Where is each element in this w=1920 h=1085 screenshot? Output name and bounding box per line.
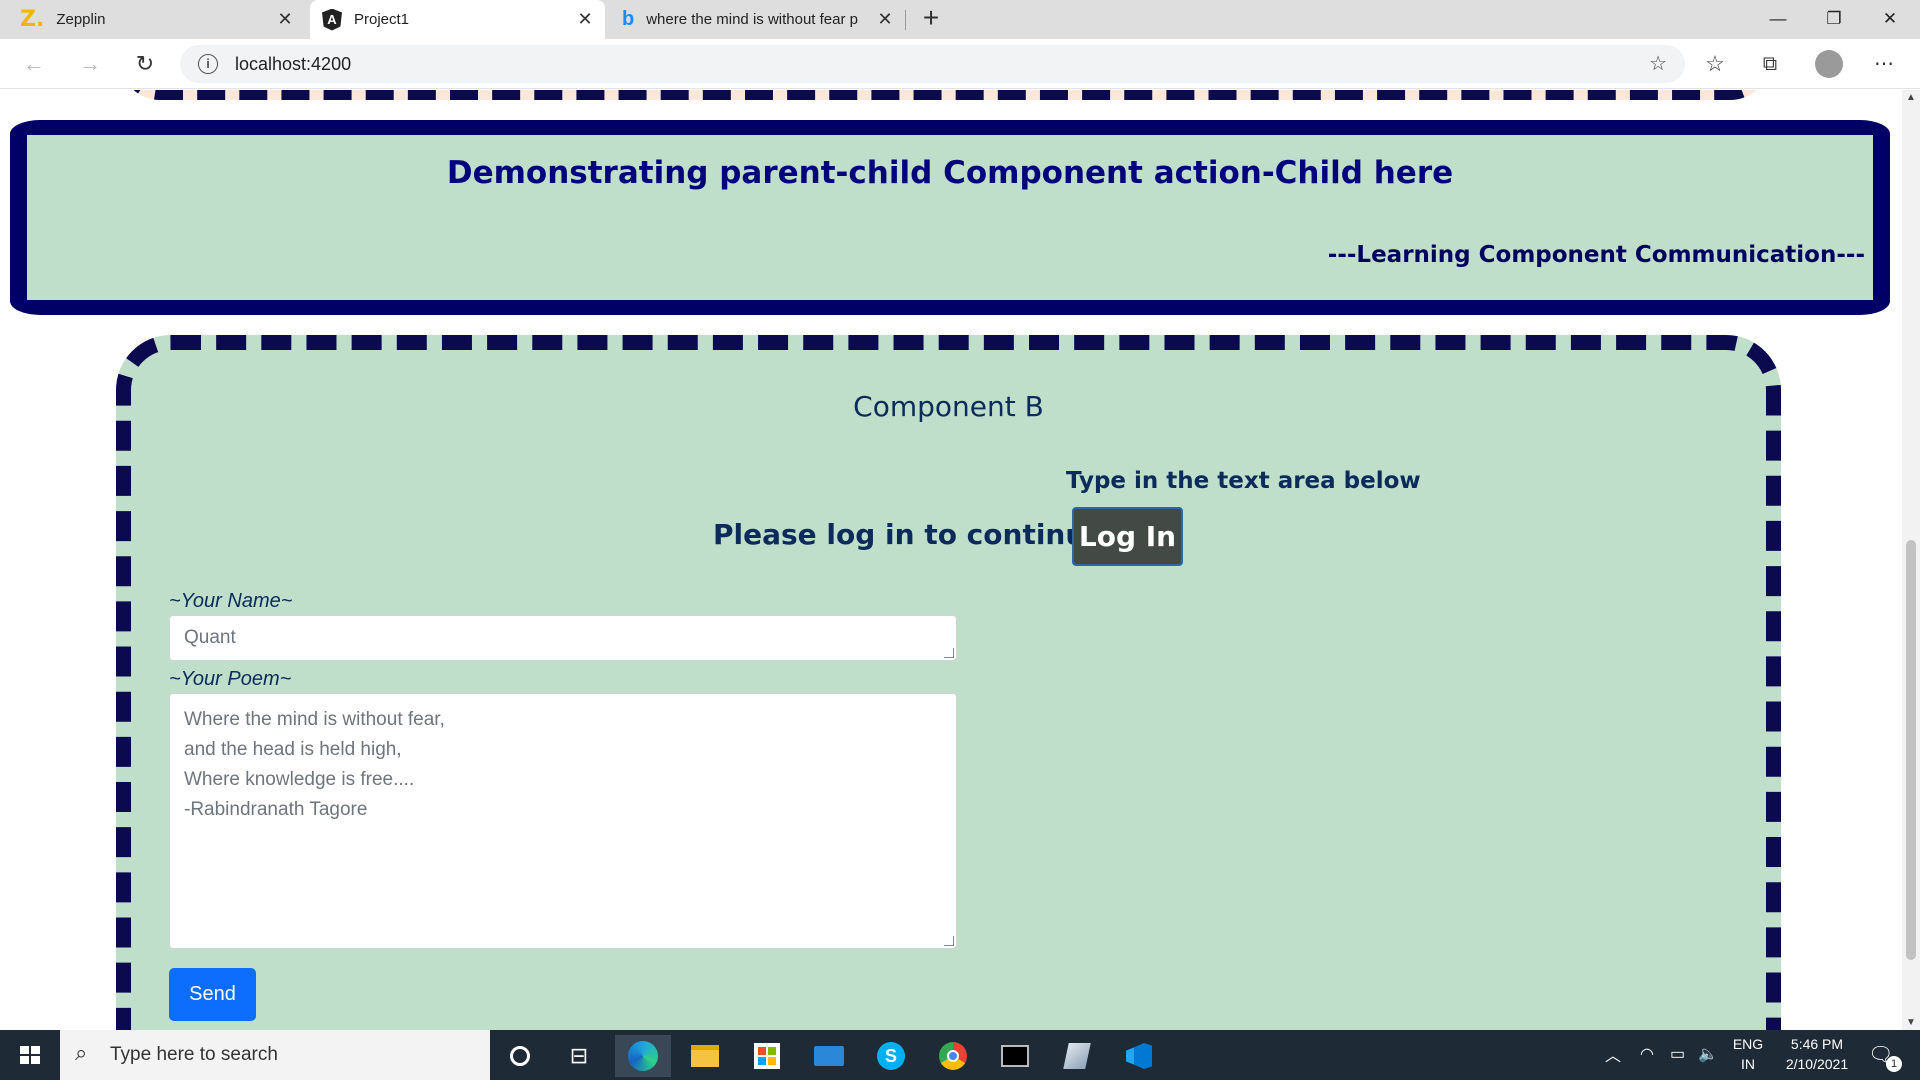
tray-expand-icon[interactable]: ︿ [1605,1042,1621,1066]
clock-date: 2/10/2021 [1785,1056,1849,1072]
tab-title: Project1 [354,11,410,28]
tab-divider [905,10,906,30]
url-text[interactable]: localhost:4200 [235,54,351,75]
notes-app-icon[interactable] [1049,1035,1105,1077]
microsoft-store-icon[interactable] [739,1035,795,1077]
battery-icon[interactable]: ▭ [1670,1044,1685,1064]
scrollbar-thumb[interactable] [1906,540,1916,960]
close-tab-icon[interactable]: ✕ [875,9,895,29]
component-b-title: Component B [853,390,1044,423]
volume-icon[interactable]: 🔈 [1698,1044,1718,1064]
tab-title: Zepplin [56,11,106,28]
scroll-up-icon[interactable]: ▲ [1905,92,1917,103]
child-component-subtitle: ---Learning Component Communication--- [1327,242,1865,268]
component-b-panel: Component B Type in the text area below … [116,335,1781,1030]
login-message: Please log in to continue! [713,518,1118,551]
tab-title: where the mind is without fear p [646,11,858,28]
tab-project1[interactable]: A Project1 ✕ [310,0,605,39]
name-input[interactable]: Quant [169,615,957,661]
resize-handle-icon[interactable] [944,648,954,658]
tab-zepplin[interactable]: Z. Zepplin ✕ [0,0,305,39]
child-component-panel: Demonstrating parent-child Component act… [10,120,1890,315]
send-button[interactable]: Send [169,968,256,1021]
favorites-icon[interactable]: ☆ [1697,47,1733,81]
chrome-icon[interactable] [925,1035,981,1077]
start-button[interactable] [0,1030,60,1080]
poem-textarea-value: Where the mind is without fear, and the … [184,709,445,820]
refresh-button[interactable]: ↻ [127,47,163,81]
collections-icon[interactable]: ⧉ [1752,47,1788,81]
parent-component-border-bottom [120,90,1770,100]
close-tab-icon[interactable]: ✕ [575,9,595,29]
windows-taskbar: ⌕ Type here to search ⊟ S ︿ ◠ ▭ 🔈 ENG IN… [0,1030,1920,1080]
child-component-title: Demonstrating parent-child Component act… [446,155,1454,191]
terminal-icon[interactable] [987,1035,1043,1077]
cortana-icon[interactable] [492,1035,548,1077]
child-component-inner: Demonstrating parent-child Component act… [27,135,1873,300]
vertical-scrollbar[interactable]: ▲ ▼ [1902,90,1920,1030]
language-indicator[interactable]: ENG IN [1728,1036,1768,1072]
vscode-icon[interactable] [1111,1035,1167,1077]
poem-textarea[interactable]: Where the mind is without fear, and the … [169,693,957,949]
search-placeholder: Type here to search [110,1044,278,1065]
login-button[interactable]: Log In [1072,507,1183,566]
back-button[interactable]: ← [16,47,52,81]
add-favorite-icon[interactable]: ☆ [1649,51,1667,76]
notification-count-badge: 1 [1886,1056,1902,1072]
browser-tab-strip: Z. Zepplin ✕ A Project1 ✕ b where the mi… [0,0,1920,39]
skype-icon[interactable]: S [863,1035,919,1077]
mail-icon[interactable] [801,1035,857,1077]
bing-logo-icon: b [622,8,635,30]
angular-logo-icon: A [322,8,342,31]
info-icon[interactable]: i [198,54,218,74]
language-code: ENG [1732,1036,1764,1052]
more-menu-icon[interactable]: ⋯ [1866,47,1902,81]
new-tab-button[interactable]: + [916,4,946,34]
network-icon[interactable]: ◠ [1640,1044,1654,1064]
close-window-button[interactable]: ✕ [1862,0,1918,39]
resize-handle-icon[interactable] [944,936,954,946]
tab-bing-search[interactable]: b where the mind is without fear p ✕ [610,0,905,39]
restore-button[interactable]: ❐ [1806,0,1862,39]
forward-button[interactable]: → [72,47,108,81]
region-code: IN [1741,1056,1755,1072]
name-label: ~Your Name~ [169,590,293,612]
task-view-icon[interactable]: ⊟ [551,1035,607,1077]
zeplin-logo-icon: Z. [20,7,45,32]
scroll-down-icon[interactable]: ▼ [1905,1017,1917,1028]
browser-toolbar: ← → ↻ i localhost:4200 ☆ ☆ ⧉ ⋯ [0,39,1920,89]
poem-label: ~Your Poem~ [169,668,292,690]
windows-logo-icon [20,1046,40,1064]
edge-browser-icon[interactable] [615,1035,671,1077]
page-viewport: Demonstrating parent-child Component act… [0,90,1902,1030]
close-tab-icon[interactable]: ✕ [275,9,295,29]
text-area-hint: Type in the text area below [1066,468,1421,494]
minimize-button[interactable]: — [1750,0,1806,39]
clock-time: 5:46 PM [1790,1036,1844,1052]
name-input-value: Quant [184,627,236,648]
file-explorer-icon[interactable] [677,1035,733,1077]
clock[interactable]: 5:46 PM 2/10/2021 [1772,1036,1862,1072]
taskbar-search-box[interactable]: ⌕ Type here to search [60,1030,490,1080]
search-icon: ⌕ [75,1040,88,1065]
profile-avatar-icon[interactable] [1815,50,1843,78]
address-bar[interactable]: i localhost:4200 ☆ [180,45,1685,83]
